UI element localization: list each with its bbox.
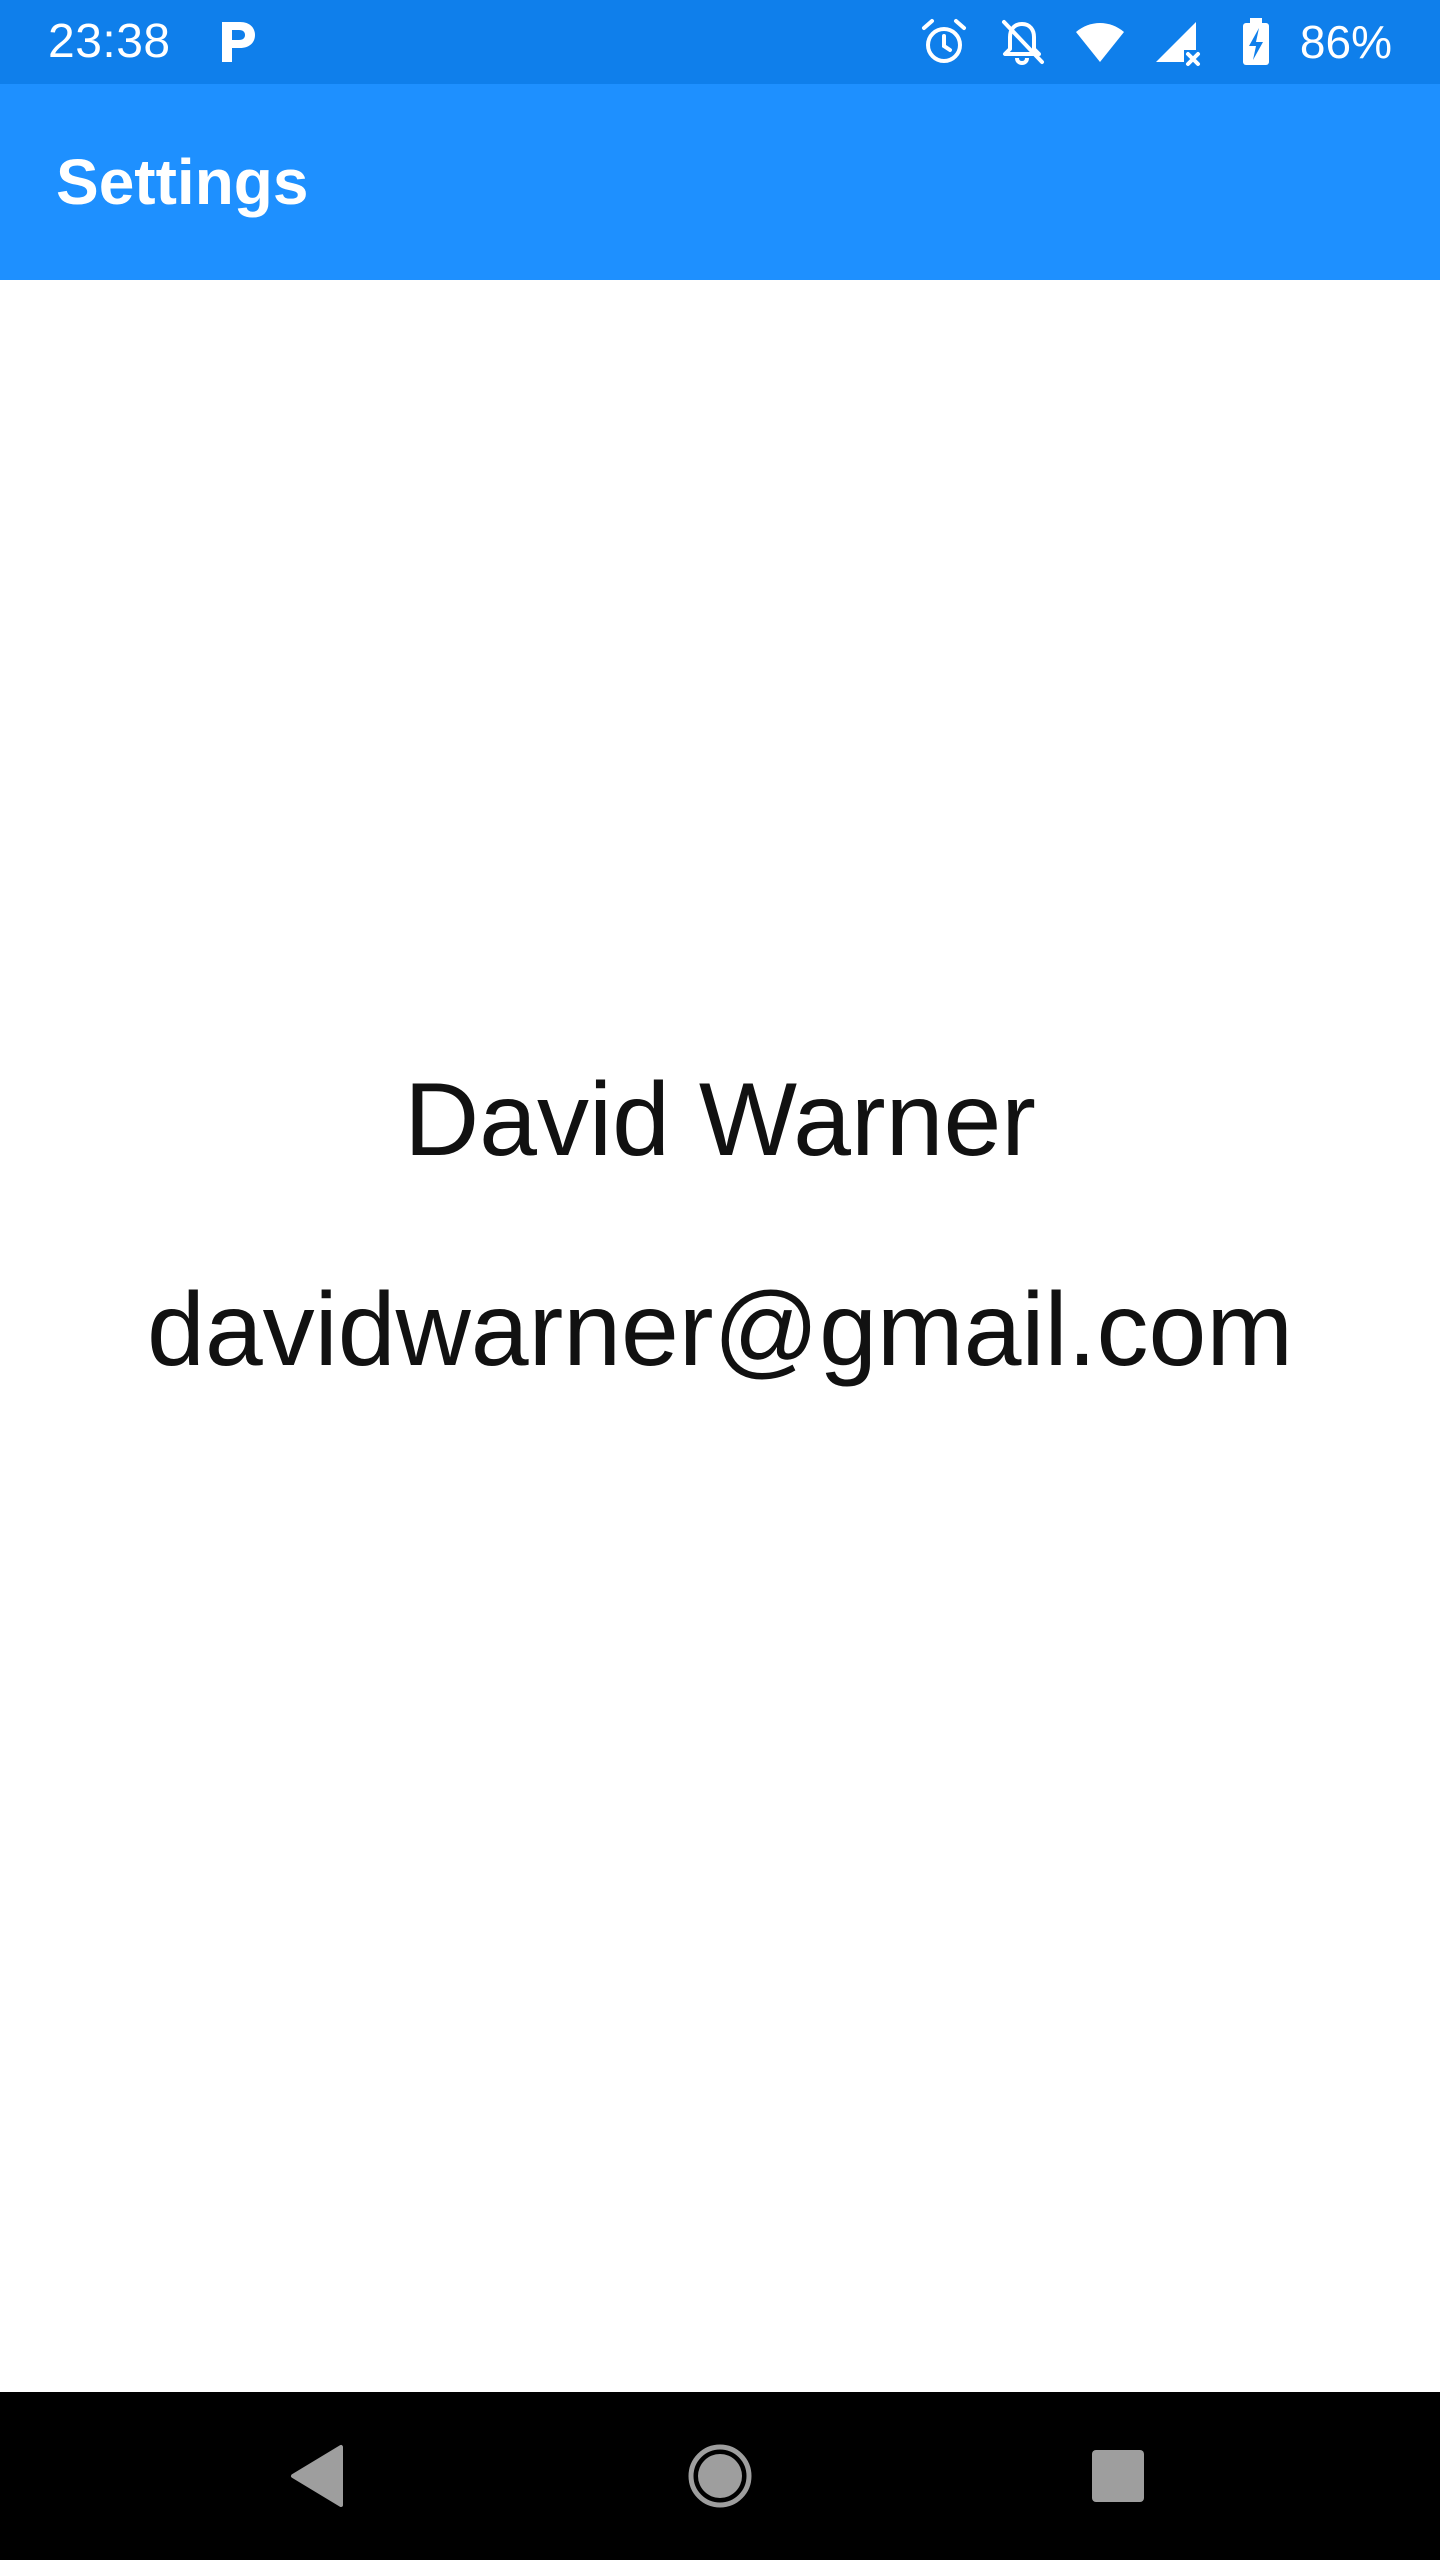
battery-percent: 86%: [1299, 16, 1392, 68]
home-button[interactable]: [670, 2426, 770, 2526]
user-name: David Warner: [404, 1062, 1036, 1178]
battery-charging-icon: [1242, 18, 1269, 65]
status-icons: 86%: [918, 12, 1392, 72]
wifi-icon: [1075, 23, 1124, 62]
status-time: 23:38: [48, 15, 171, 68]
back-button[interactable]: [268, 2426, 368, 2526]
back-icon: [291, 2445, 343, 2507]
status-bar: 23:38 86%: [0, 0, 1440, 84]
home-icon: [688, 2444, 752, 2508]
navigation-bar: [0, 2392, 1440, 2560]
cell-signal-icon: [1155, 22, 1200, 66]
alarm-icon: [921, 19, 966, 63]
page-title: Settings: [56, 146, 309, 218]
profile-content: David Warner davidwarner@gmail.com: [0, 280, 1440, 2392]
app-bar: Settings: [0, 84, 1440, 280]
parking-icon: [222, 22, 255, 62]
notifications-off-icon: [1001, 20, 1044, 66]
user-email: davidwarner@gmail.com: [147, 1272, 1293, 1388]
recents-button[interactable]: [1068, 2426, 1168, 2526]
recents-icon: [1092, 2450, 1144, 2502]
